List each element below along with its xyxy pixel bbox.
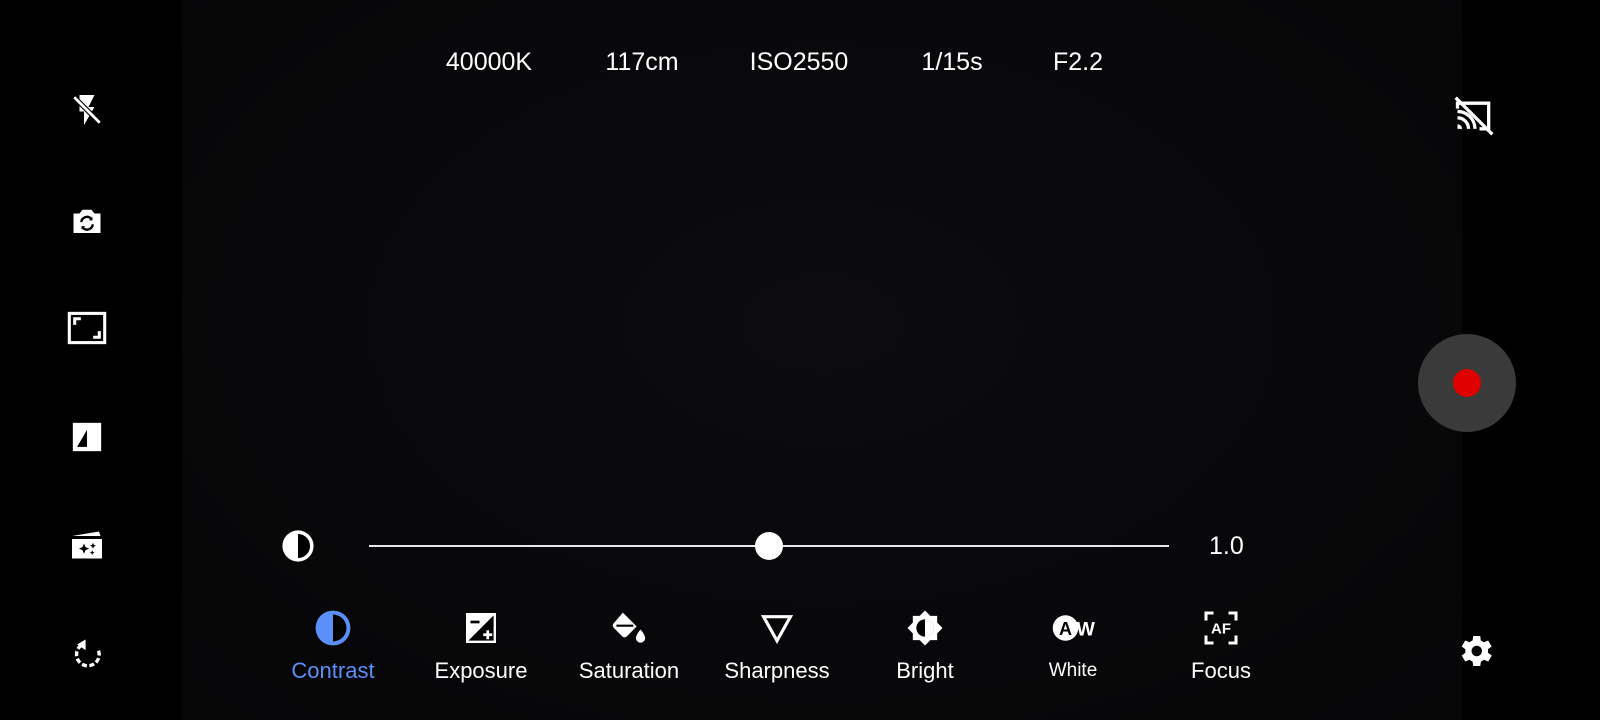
camera-app: 40000K 117cm ISO2550 1/15s F2.2 1.0 Cont…: [0, 0, 1600, 720]
tool-sharpness[interactable]: Sharpness: [712, 604, 842, 694]
contrast-slider-thumb[interactable]: [755, 532, 783, 560]
tool-focus[interactable]: AF Focus: [1156, 604, 1286, 694]
white-balance-readout: 40000K: [445, 48, 533, 76]
slider-contrast-icon: [281, 529, 315, 563]
flash-off-icon: [71, 94, 103, 126]
sharpness-icon: [760, 604, 794, 652]
aspect-ratio-icon: [67, 311, 107, 345]
autofocus-icon: AF: [1203, 604, 1239, 652]
tool-label: Sharpness: [724, 658, 830, 683]
record-button[interactable]: [1418, 334, 1516, 432]
gear-icon: [1461, 635, 1492, 667]
focus-distance-readout: 117cm: [605, 48, 679, 76]
tool-label: Bright: [896, 658, 954, 683]
tool-bright[interactable]: Bright: [860, 604, 990, 694]
tool-exposure[interactable]: Exposure: [416, 604, 546, 694]
flash-off-button[interactable]: [59, 82, 115, 138]
contrast-icon: [314, 604, 352, 652]
rotate-button[interactable]: [59, 625, 115, 681]
rotate-icon: [74, 639, 101, 668]
filter-button[interactable]: [59, 409, 115, 465]
tool-label: Exposure: [434, 658, 528, 683]
tool-label: Saturation: [578, 658, 680, 683]
filter-icon: [72, 422, 102, 452]
tool-label: White: [1048, 660, 1098, 681]
slider-value: 1.0: [1209, 532, 1244, 560]
svg-text:W: W: [1077, 619, 1096, 641]
white-balance-auto-icon: A W: [1049, 604, 1097, 652]
brightness-icon: [905, 604, 945, 652]
switch-camera-icon: [73, 209, 101, 233]
aspect-ratio-button[interactable]: [59, 300, 115, 356]
cast-off-icon: [1454, 96, 1494, 136]
iso-readout: ISO2550: [749, 48, 849, 76]
tool-white[interactable]: A W White: [1008, 604, 1138, 694]
shutter-readout: 1/15s: [921, 48, 983, 76]
svg-text:AF: AF: [1211, 620, 1231, 637]
video-effects-icon: [72, 531, 102, 559]
aperture-readout: F2.2: [1052, 48, 1104, 76]
cast-button[interactable]: [1452, 94, 1496, 138]
video-effects-button[interactable]: [59, 517, 115, 573]
settings-button[interactable]: [1454, 630, 1496, 672]
svg-text:A: A: [1059, 619, 1072, 639]
tool-label: Contrast: [291, 658, 375, 683]
tool-saturation[interactable]: Saturation: [564, 604, 694, 694]
switch-camera-button[interactable]: [59, 193, 115, 249]
record-dot: [1453, 369, 1481, 397]
saturation-icon: [609, 604, 649, 652]
exposure-icon: [463, 604, 499, 652]
tool-contrast[interactable]: Contrast: [268, 604, 398, 694]
tool-label: Focus: [1191, 658, 1251, 683]
